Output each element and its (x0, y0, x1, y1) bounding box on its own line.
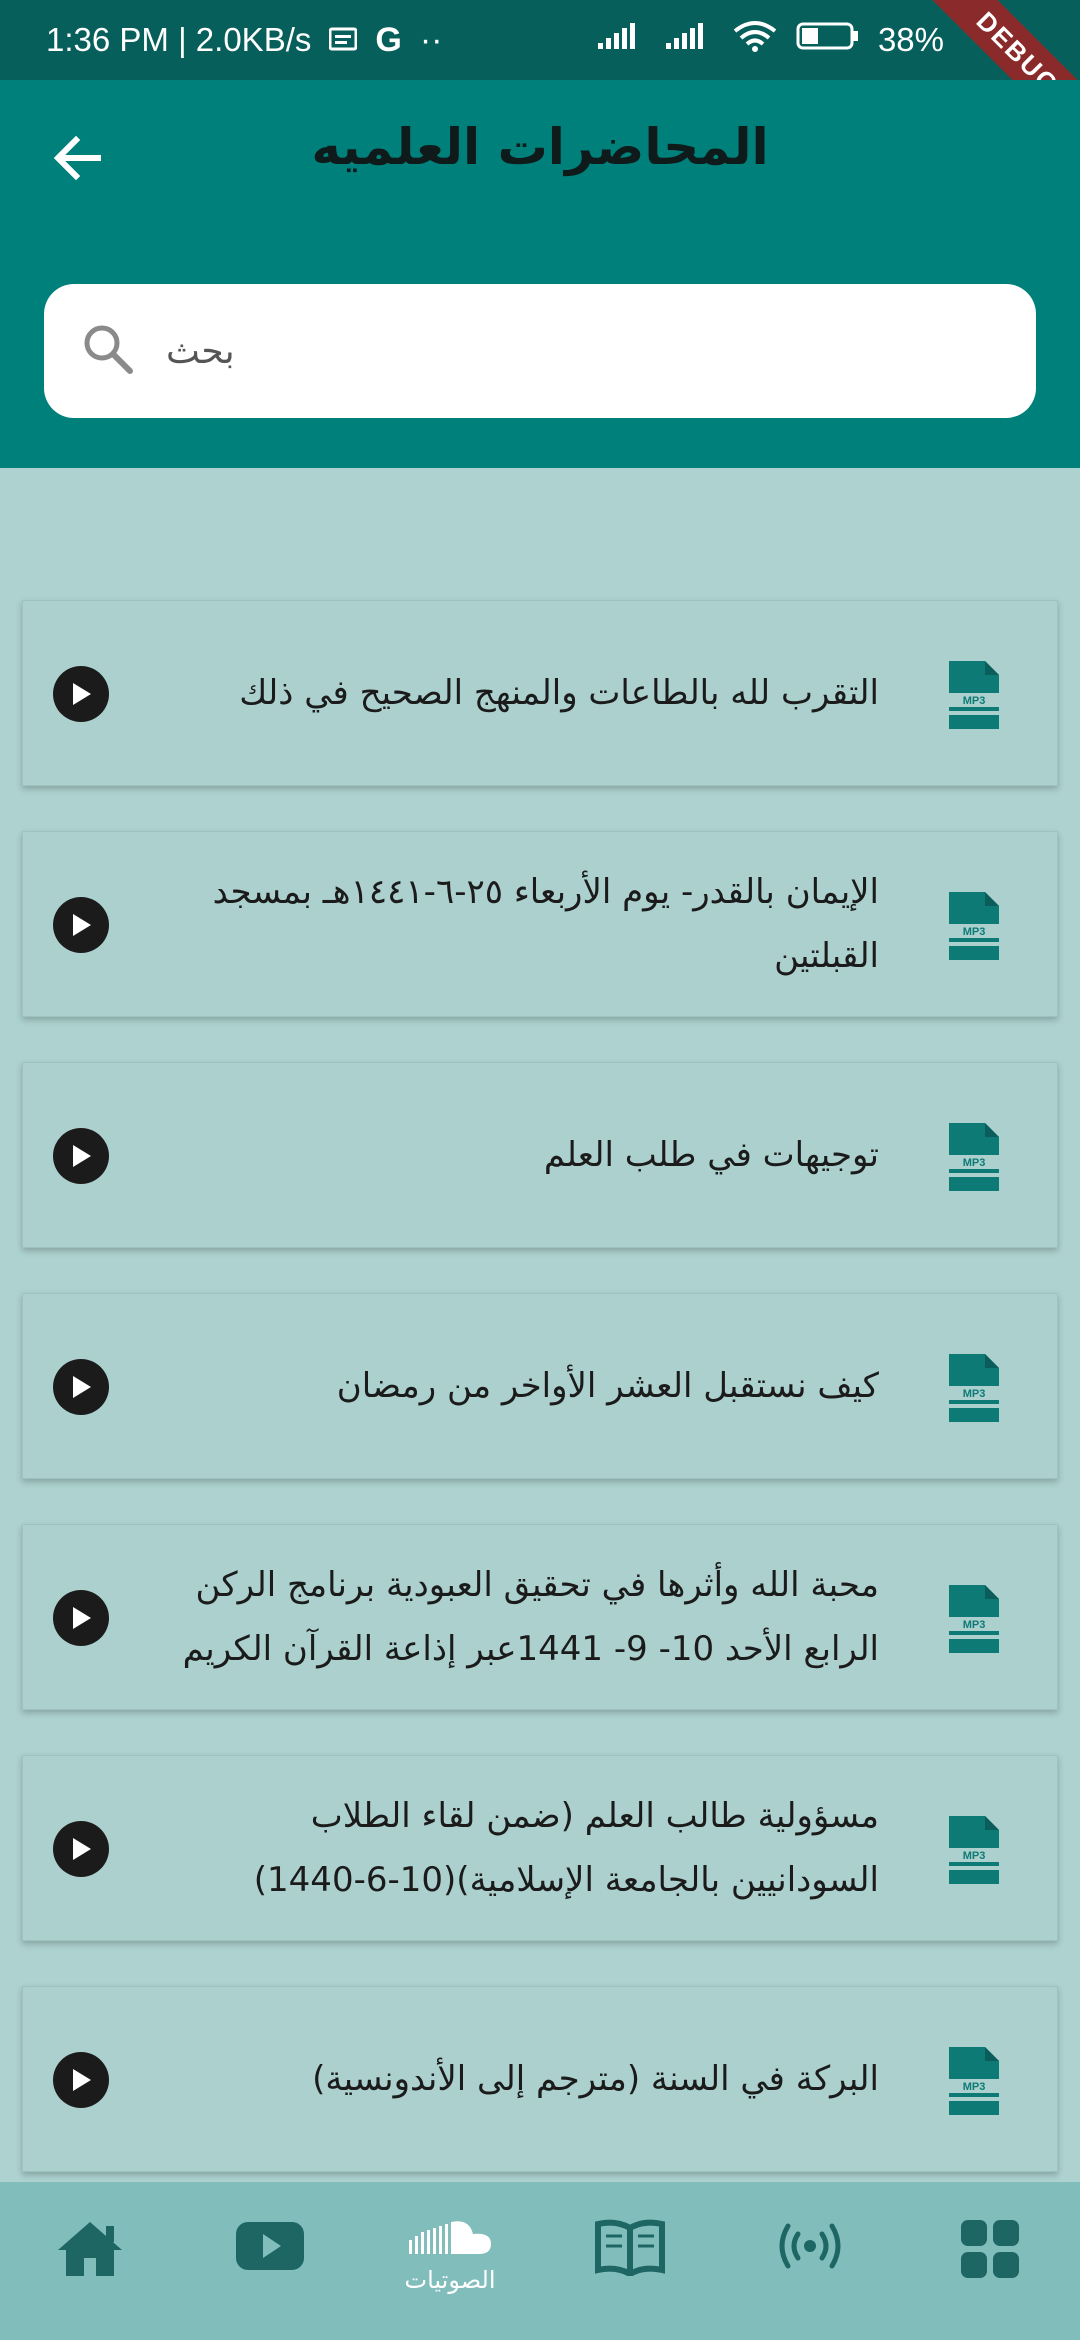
search-icon (80, 321, 136, 381)
nav-more[interactable] (920, 2218, 1060, 2280)
lecture-title: محبة الله وأثرها في تحقيق العبودية برنام… (182, 1565, 879, 1669)
play-icon (73, 2069, 91, 2091)
lecture-title: التقرب لله بالطاعات والمنهج الصحيح في ذل… (239, 673, 879, 713)
mp3-file-icon: MP3 (949, 1816, 999, 1884)
mp3-file-icon: MP3 (949, 1354, 999, 1422)
broadcast-icon (779, 2223, 841, 2269)
play-icon (73, 1145, 91, 1167)
wifi-icon (732, 19, 778, 61)
lecture-item[interactable]: التقرب لله بالطاعات والمنهج الصحيح في ذل… (22, 600, 1058, 786)
more-notifications-icon: ·· (419, 20, 443, 59)
mp3-file-icon: MP3 (949, 1123, 999, 1191)
nav-videos[interactable] (200, 2218, 340, 2274)
svg-text:MP3: MP3 (963, 695, 986, 707)
lecture-item[interactable]: البركة في السنة (مترجم إلى الأندونسية) M… (22, 1986, 1058, 2172)
svg-text:MP3: MP3 (963, 2081, 986, 2093)
nav-audio-label: الصوتيات (404, 2266, 496, 2294)
svg-text:MP3: MP3 (963, 1157, 986, 1169)
play-button[interactable] (53, 666, 109, 722)
nav-live[interactable] (740, 2218, 880, 2274)
play-button[interactable] (53, 2052, 109, 2108)
play-icon (73, 1607, 91, 1629)
signal-icon (596, 21, 646, 59)
play-icon (73, 1376, 91, 1398)
signal-icon-2 (664, 21, 714, 59)
mp3-file-icon: MP3 (949, 661, 999, 729)
svg-text:MP3: MP3 (963, 1388, 986, 1400)
play-button[interactable] (53, 1359, 109, 1415)
app-bar: المحاضرات العلميه (0, 80, 1080, 468)
google-icon: G (375, 20, 402, 59)
lecture-title: مسؤولية طالب العلم (ضمن لقاء الطلاب السو… (253, 1796, 879, 1900)
book-open-icon (595, 2219, 665, 2276)
play-icon (73, 683, 91, 705)
page-title: المحاضرات العلميه (311, 118, 769, 176)
mp3-file-icon: MP3 (949, 1585, 999, 1653)
play-button[interactable] (53, 1821, 109, 1877)
svg-text:MP3: MP3 (963, 1850, 986, 1862)
status-bar: 1:36 PM | 2.0KB/s G ·· 38% DEBUG (0, 0, 1080, 148)
status-time: 1:36 PM | 2.0KB/s (46, 21, 312, 58)
play-icon (73, 1838, 91, 1860)
lecture-item[interactable]: مسؤولية طالب العلم (ضمن لقاء الطلاب السو… (22, 1755, 1058, 1941)
search-bar[interactable] (44, 284, 1036, 418)
battery-percent: 38% (877, 21, 944, 58)
nav-home[interactable] (20, 2218, 160, 2278)
play-icon (73, 914, 91, 936)
lecture-list: التقرب لله بالطاعات والمنهج الصحيح في ذل… (22, 600, 1058, 2217)
home-icon (58, 2222, 122, 2276)
search-input[interactable] (166, 330, 866, 372)
mp3-file-icon: MP3 (949, 2047, 999, 2115)
lecture-title: الإيمان بالقدر- يوم الأربعاء ٢٥-٦-١٤٤١هـ… (212, 872, 879, 976)
mp3-file-icon: MP3 (949, 892, 999, 960)
grid-icon (961, 2220, 1019, 2278)
lecture-item[interactable]: الإيمان بالقدر- يوم الأربعاء ٢٥-٦-١٤٤١هـ… (22, 831, 1058, 1017)
bottom-navigation: الصوتيات (0, 2182, 1080, 2340)
notification-icon (328, 21, 358, 59)
soundcloud-icon (409, 2221, 491, 2254)
youtube-icon (236, 2222, 304, 2270)
svg-text:MP3: MP3 (963, 926, 986, 938)
svg-text:MP3: MP3 (963, 1619, 986, 1631)
play-button[interactable] (53, 1590, 109, 1646)
battery-icon (796, 21, 860, 59)
lecture-title: البركة في السنة (مترجم إلى الأندونسية) (312, 2059, 879, 2099)
lecture-title: كيف نستقبل العشر الأواخر من رمضان (336, 1366, 879, 1406)
lecture-item[interactable]: محبة الله وأثرها في تحقيق العبودية برنام… (22, 1524, 1058, 1710)
nav-books[interactable] (560, 2218, 700, 2276)
nav-audio[interactable]: الصوتيات (380, 2218, 520, 2294)
play-button[interactable] (53, 1128, 109, 1184)
lecture-item[interactable]: كيف نستقبل العشر الأواخر من رمضان MP3 (22, 1293, 1058, 1479)
lecture-title: توجيهات في طلب العلم (543, 1135, 879, 1175)
lecture-item[interactable]: توجيهات في طلب العلم MP3 (22, 1062, 1058, 1248)
play-button[interactable] (53, 897, 109, 953)
